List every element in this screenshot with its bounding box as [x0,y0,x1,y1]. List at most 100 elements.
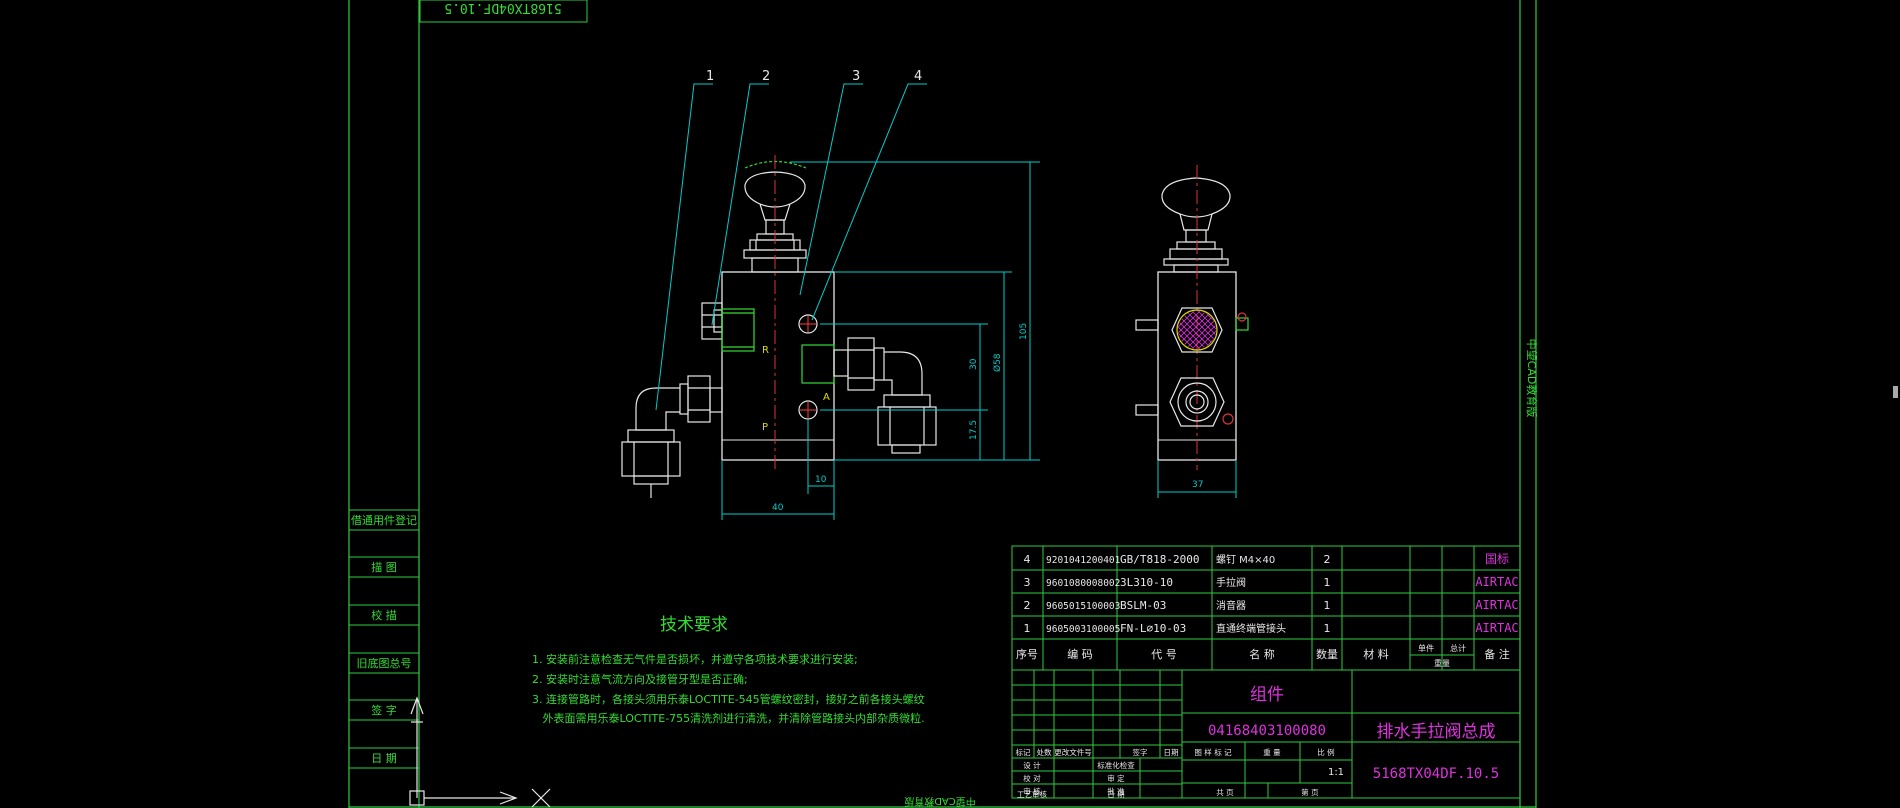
technical-requirements: 技术要求 1. 安装前注意检查无气件是否损坏，并遵守各项技术要求进行安装; 2.… [532,615,925,725]
dim-30: 30 [969,358,979,370]
title-label-weight: 重 量 [1263,748,1281,757]
muffler-port-r [701,302,755,352]
bom-cell-qty: 1 [1324,576,1331,589]
bom-cell-spec: FN-L∅10-03 [1120,622,1186,635]
bom-cell-no: 1 [1024,622,1031,635]
dim-105: 105 [1019,323,1029,340]
title-label-date2: 日 期 [1107,790,1124,799]
tech-line-2: 2. 安装时注意气流方向及接管牙型是否正确; [532,672,748,686]
bom-header-cell: 序号 [1016,647,1038,661]
left-column-label: 借通用件登记 [351,513,417,527]
title-label-design: 设 计 [1023,760,1041,770]
bom-cell-qty: 2 [1324,553,1331,566]
top-stamp-box: 5168TX04DF.10.5 [419,0,588,23]
right-strip-label: 中望CAD教育版 [1525,339,1539,418]
bom-cell-name: 螺钉 M4×40 [1216,554,1275,566]
dim-10: 10 [815,475,827,485]
tech-title: 技术要求 [660,615,728,635]
bom-cell-maker: AIRTAC [1475,598,1518,612]
title-label-change: 更改文件号 [1054,747,1092,757]
title-label-std: 标准化检查 [1097,760,1135,770]
bom-header-cell: 编 码 [1067,647,1093,661]
elbow-fitting-p [621,375,723,498]
bom-header-cell: 代 号 [1151,648,1177,661]
tech-line-4: 外表面需用乐泰LOCTITE-755清洗剂进行清洗，并清除管路接头内部杂质微粒. [532,711,925,725]
bom-cell-no: 4 [1024,553,1031,566]
title-label-craft: 工艺审核 [1017,789,1047,799]
bom-cell-spec: BSLM-03 [1120,599,1166,612]
bom-cell-qty: 1 [1324,622,1331,635]
bom-cell-name: 消音器 [1216,599,1246,612]
right-scroll-tick[interactable] [1893,386,1898,398]
bom-header-cell: 总计 [1450,643,1466,653]
bom-cell-code: 9605015100003 [1046,601,1120,612]
dim-17-5: 17.5 [969,420,979,440]
bom-header-cell: 材 料 [1363,647,1389,661]
title-label-review: 审 定 [1107,773,1125,783]
bom-header-cell: 数量 [1316,648,1338,661]
port-label-r: R [762,345,769,356]
title-label-total: 共 页 [1216,788,1234,797]
balloon-3: 3 [852,69,860,84]
left-column-label: 描 图 [371,560,397,574]
title-type: 组件 [1250,685,1284,705]
title-name: 排水手拉阀总成 [1377,722,1496,742]
title-number: 5168TX04DF.10.5 [1373,766,1499,782]
dim-58: Ø58 [992,353,1003,372]
hatch-line [1214,311,1216,349]
bom-cell-qty: 1 [1324,599,1331,612]
left-column-label: 校 描 [371,608,397,622]
title-label-sheet: 第 页 [1301,787,1319,797]
bom-table: 4 9201041200401 GB/T818-2000 螺钉 M4×40 2 国标 3 96… [1011,545,1521,671]
hatch-line [1214,311,1216,349]
bom-header-cell: 单件 [1418,643,1434,653]
side-knob [1161,177,1231,273]
bom-header-cell: 重量 [1434,658,1450,668]
dimension-lines-front [721,161,1040,520]
bom-cell-code: 9605003100005 [1046,624,1120,635]
title-label-sign: 签字 [1133,747,1148,757]
leader-lines [655,83,927,411]
tech-line-1: 1. 安装前注意检查无气件是否损坏，并遵守各项技术要求进行安装; [532,652,858,666]
dim-40: 40 [772,503,784,513]
bom-cell-maker: 国标 [1485,552,1509,566]
bom-cell-name: 手拉阀 [1216,576,1246,589]
title-label-count: 处数 [1037,747,1053,757]
side-view[interactable]: 37 [1135,165,1255,498]
drawing-frame [348,0,1537,808]
left-column-label: 日 期 [371,752,397,765]
bom-cell-no: 3 [1024,576,1031,589]
bom-cell-name: 直通终端管接头 [1216,622,1286,635]
left-column-label: 签 字 [371,703,397,717]
title-label-date: 日期 [1164,748,1179,757]
tech-line-3: 3. 连接管路时，各接头须用乐泰LOCTITE-545管螺纹密封，接好之前各接头… [532,692,925,706]
left-column-label: 旧底图总号 [357,656,412,670]
bom-cell-spec: 3L310-10 [1120,576,1173,589]
title-label-mark: 标记 [1016,747,1032,757]
valve-body-front [721,271,835,461]
title-label-stage: 图 样 标 记 [1194,747,1232,757]
dim-37: 37 [1192,480,1203,490]
port-label-p: P [762,422,768,433]
top-stamp-text: 5168TX04DF.10.5 [444,0,561,15]
title-label-draw: 校 对 [1023,773,1041,783]
bom-header-cell: 名 称 [1249,647,1275,661]
bom-cell-code: 9601080008002 [1046,578,1120,589]
cad-drawing-canvas[interactable]: 5168TX04DF.10.5 中望CAD教育版 借通用件登记描 图校 描旧底图… [0,0,1900,808]
title-label-ratio: 比 例 [1317,747,1334,757]
bom-cell-no: 2 [1024,599,1031,612]
left-approval-column [349,509,419,769]
bom-cell-maker: AIRTAC [1475,575,1518,589]
bom-cell-maker: AIRTAC [1475,621,1518,635]
bom-header-cell: 备 注 [1484,647,1510,661]
balloon-1: 1 [706,69,714,84]
front-view[interactable]: R A P 1 2 3 4 105 Ø58 30 17.5 40 10 [621,69,1040,520]
bom-cell-spec: GB/T818-2000 [1120,553,1199,566]
title-scale: 1:1 [1328,767,1344,778]
balloon-2: 2 [762,69,770,84]
bom-cell-code: 9201041200401 [1046,555,1121,566]
balloon-4: 4 [914,69,922,84]
port-label-a: A [823,392,830,403]
bottom-strip-label: 中望CAD教育版 [904,795,976,808]
ucs-axis-icon [409,696,551,808]
